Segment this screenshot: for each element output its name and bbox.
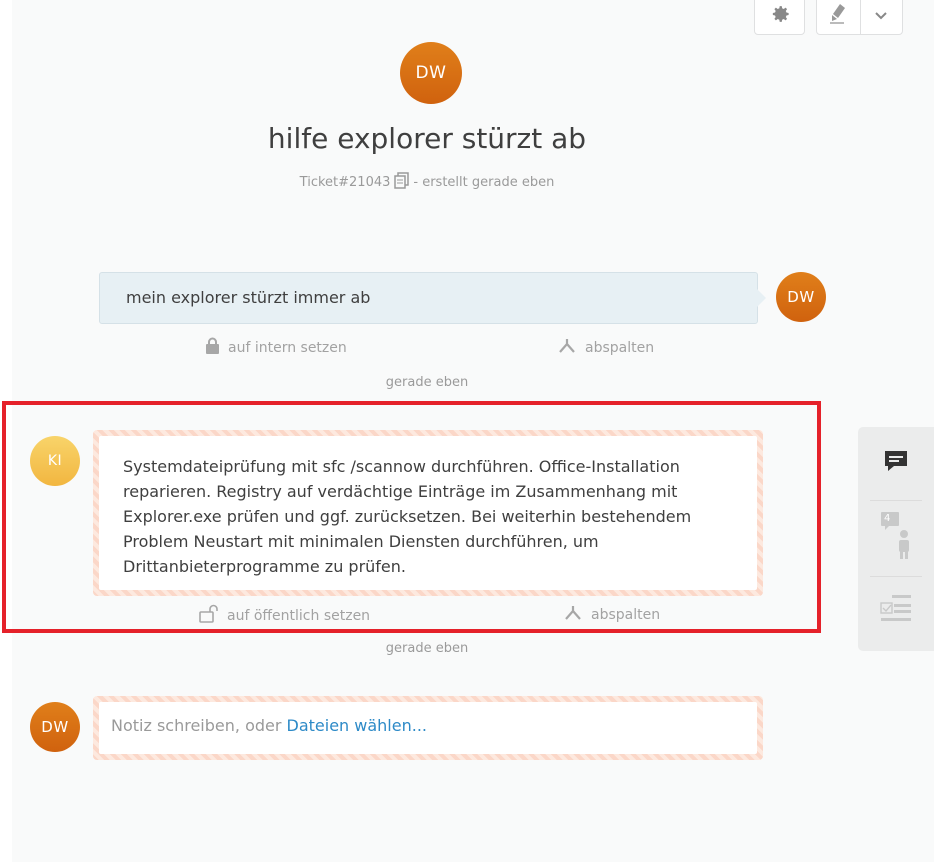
edit-button[interactable] (817, 0, 860, 34)
edit-button-group (816, 0, 903, 35)
article-author-avatar[interactable]: KI (30, 436, 80, 486)
note-text: Systemdateiprüfung mit sfc /scannow durc… (99, 436, 757, 590)
ticket-number: Ticket#21043 (299, 175, 391, 190)
unlock-icon (199, 604, 219, 627)
split-label: abspalten (585, 339, 655, 356)
created-time: - erstellt gerade eben (413, 175, 555, 190)
note-placeholder: Notiz schreiben, oder (111, 716, 287, 735)
ticket-sidebar: 4 (858, 427, 934, 651)
message-text: mein explorer stürzt immer ab (126, 288, 371, 307)
ticket-zoom-view: DW hilfe explorer stürzt ab Ticket#21043… (2, 0, 934, 862)
customer-icon: 4 (881, 510, 911, 560)
note-input[interactable]: Notiz schreiben, oder Dateien wählen... (99, 702, 757, 754)
sidebar-tab-customer[interactable]: 4 (858, 507, 934, 563)
settings-button[interactable] (754, 0, 805, 35)
article-author-avatar[interactable]: DW (776, 272, 826, 322)
ticket-title[interactable]: hilfe explorer stürzt ab (12, 122, 842, 155)
sidebar-divider (870, 500, 922, 501)
customer-ticket-count-badge: 4 (884, 513, 891, 524)
set-internal-action[interactable]: auf intern setzen (205, 337, 347, 358)
sidebar-tab-checklist[interactable] (858, 595, 934, 625)
split-action[interactable]: abspalten (557, 337, 654, 358)
set-internal-label: auf intern setzen (228, 339, 347, 356)
lock-icon (205, 337, 220, 358)
article-timestamp: gerade eben (385, 375, 469, 390)
chat-icon (883, 449, 909, 477)
compose-note[interactable]: Notiz schreiben, oder Dateien wählen... (93, 696, 763, 760)
chevron-down-icon (874, 6, 888, 25)
set-public-label: auf öffentlich setzen (227, 607, 371, 624)
set-public-action[interactable]: auf öffentlich setzen (199, 604, 370, 627)
gear-icon (769, 3, 791, 29)
customer-message: mein explorer stürzt immer ab (99, 272, 766, 324)
customer-avatar[interactable]: DW (400, 42, 462, 104)
dropdown-button[interactable] (859, 0, 903, 34)
ticket-meta: Ticket#21043 - erstellt gerade eben (12, 172, 842, 193)
choose-files-link[interactable]: Dateien wählen... (287, 716, 427, 735)
compose-author-avatar[interactable]: DW (30, 702, 80, 752)
article-timestamp: gerade eben (385, 641, 469, 656)
sidebar-tab-conversation[interactable] (858, 447, 934, 479)
split-action[interactable]: abspalten (563, 604, 660, 625)
split-icon (557, 337, 577, 358)
split-icon (563, 604, 583, 625)
sidebar-divider (870, 576, 922, 577)
checklist-icon (880, 594, 912, 626)
copy-icon[interactable] (394, 172, 410, 193)
split-label: abspalten (591, 606, 661, 623)
pencil-icon (829, 3, 847, 29)
internal-note: Systemdateiprüfung mit sfc /scannow durc… (93, 430, 763, 596)
